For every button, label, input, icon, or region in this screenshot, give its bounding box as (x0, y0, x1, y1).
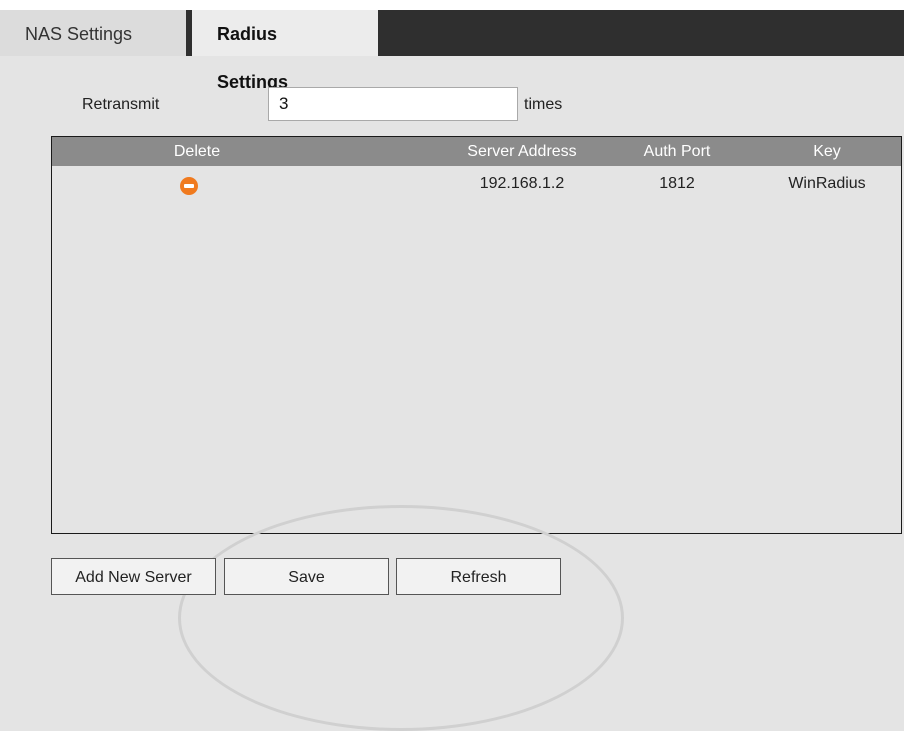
column-header-delete: Delete (173, 143, 221, 160)
retransmit-unit-label: times (524, 96, 563, 113)
top-strip (0, 0, 904, 10)
refresh-button[interactable]: Refresh (396, 558, 561, 595)
watermark-arc (178, 505, 624, 731)
column-header-key: Key (813, 143, 841, 160)
tab-radius-settings[interactable]: Radius Settings (192, 10, 378, 92)
tab-nas-settings[interactable]: NAS Settings (0, 10, 186, 56)
key-cell: WinRadius (788, 175, 866, 192)
save-button[interactable]: Save (224, 558, 389, 595)
column-header-server-address: Server Address (467, 143, 577, 160)
retransmit-input[interactable] (268, 87, 518, 121)
minus-circle-icon[interactable] (180, 177, 198, 195)
retransmit-label: Retransmit (82, 96, 160, 113)
tab-bar: NAS Settings Radius Settings (0, 10, 904, 92)
server-address-cell: 192.168.1.2 (479, 175, 565, 192)
table-row: 192.168.1.2 1812 WinRadius (52, 167, 901, 201)
column-header-auth-port: Auth Port (643, 143, 711, 160)
radius-server-table: Delete Server Address Auth Port Key 192.… (51, 136, 902, 534)
table-header: Delete Server Address Auth Port Key (52, 137, 901, 166)
add-new-server-button[interactable]: Add New Server (51, 558, 216, 595)
auth-port-cell: 1812 (659, 175, 695, 192)
